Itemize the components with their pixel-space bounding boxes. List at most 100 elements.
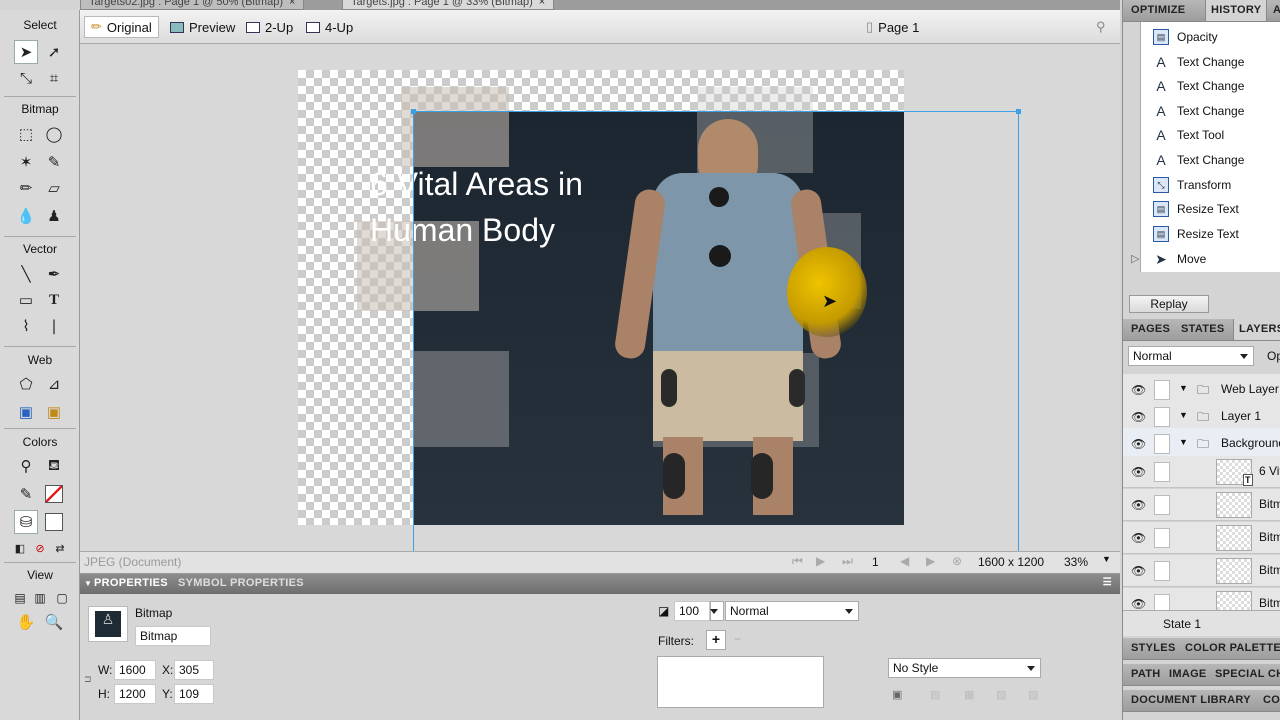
magic-wand-tool-icon[interactable]: ✶ <box>14 150 38 174</box>
tab-special-characters[interactable]: SPECIAL CHA <box>1215 668 1280 680</box>
knife-tool-icon[interactable]: ∣ <box>42 314 66 338</box>
page-selector[interactable]: ▯ Page 1 <box>860 16 925 38</box>
eye-icon[interactable]: 👁 <box>1131 597 1146 610</box>
opacity-dropdown[interactable] <box>710 601 724 621</box>
history-item[interactable]: ⤡ Transform <box>1141 173 1280 197</box>
resize-handle[interactable] <box>1016 109 1021 114</box>
tab-layers[interactable]: LAYERS <box>1233 319 1280 340</box>
crop-tool-icon[interactable]: ⌗ <box>42 66 66 90</box>
freeform-tool-icon[interactable]: ⌇ <box>14 314 38 338</box>
redefine-style-icon[interactable]: ▤ <box>930 688 940 701</box>
four-up-view-button[interactable]: 4-Up <box>300 16 359 38</box>
selection-bounding-box[interactable] <box>411 109 1021 551</box>
document-tab[interactable]: Targets02.jpg : Page 1 @ 50% (Bitmap) × <box>80 0 305 10</box>
tab-states[interactable]: STATES <box>1181 323 1225 335</box>
history-item[interactable]: A Text Change <box>1141 74 1280 98</box>
marquee-tool-icon[interactable]: ⬚ <box>14 122 38 146</box>
layer-row[interactable]: 👁 T 6 Vit <box>1123 456 1280 488</box>
fill-color-icon[interactable]: ⛁ <box>14 510 38 534</box>
lock-toggle[interactable] <box>1154 407 1170 427</box>
line-tool-icon[interactable]: ╲ <box>14 262 38 286</box>
filters-list[interactable] <box>657 656 824 708</box>
eyedropper-tool-icon[interactable]: ⚲ <box>14 454 38 478</box>
two-up-view-button[interactable]: 2-Up <box>240 16 299 38</box>
lock-toggle[interactable] <box>1154 495 1170 515</box>
lasso-tool-icon[interactable]: ◯ <box>42 122 66 146</box>
layer-blend-select[interactable]: Normal <box>1128 346 1254 366</box>
canvas-area[interactable]: 6 Vital Areas in Human Body ➤ <box>80 45 1120 551</box>
fill-color-swatch[interactable] <box>42 510 66 534</box>
lock-toggle[interactable] <box>1154 462 1170 482</box>
remove-filter-button[interactable]: − <box>734 632 741 646</box>
lock-toggle[interactable] <box>1154 594 1170 610</box>
pencil-tool-icon[interactable]: ✏ <box>14 176 38 200</box>
tab-align[interactable]: AL <box>1273 4 1280 16</box>
blend-mode-select[interactable]: Normal <box>725 601 859 621</box>
collapse-icon[interactable]: ▼ <box>84 579 92 588</box>
full-screen-mode-icon[interactable]: ▢ <box>50 586 74 610</box>
expand-icon[interactable]: ▼ <box>1179 437 1188 447</box>
duplicate-style-icon[interactable]: ▧ <box>996 688 1006 701</box>
eye-icon[interactable]: 👁 <box>1131 410 1146 424</box>
tab-document-library[interactable]: DOCUMENT LIBRARY <box>1131 694 1251 706</box>
history-item[interactable]: ▤ Resize Text <box>1141 197 1280 221</box>
zoom-tool-icon[interactable]: 🔍 <box>42 610 66 634</box>
tab-color-palette[interactable]: COLOR PALETTE <box>1185 642 1280 654</box>
lock-toggle[interactable] <box>1154 528 1170 548</box>
history-item[interactable]: ➤ Move <box>1141 247 1280 271</box>
layer-row[interactable]: 👁 Bitm <box>1123 522 1280 554</box>
slice-tool-icon[interactable]: ⊿ <box>42 372 66 396</box>
add-filter-button[interactable]: + <box>706 630 726 650</box>
subselect-tool-icon[interactable]: ➚ <box>42 40 66 64</box>
layer-row[interactable]: 👁 Bitm <box>1123 588 1280 610</box>
eye-icon[interactable]: 👁 <box>1131 383 1146 397</box>
history-item[interactable]: ▤ Opacity <box>1141 25 1280 49</box>
resize-handle[interactable] <box>411 109 416 114</box>
chevron-down-icon[interactable]: ▼ <box>1102 554 1111 564</box>
original-view-button[interactable]: ✏ Original <box>84 16 159 38</box>
constrain-proportions-icon[interactable]: ⊐ <box>84 674 92 685</box>
object-name-field[interactable]: Bitmap <box>135 626 211 646</box>
play-icon[interactable]: ▶ <box>816 554 825 568</box>
tab-properties[interactable]: PROPERTIES <box>94 577 168 589</box>
lock-toggle[interactable] <box>1154 380 1170 400</box>
close-icon[interactable]: × <box>539 0 545 8</box>
new-style-icon[interactable]: ▣ <box>892 688 902 701</box>
height-field[interactable]: 1200 <box>114 684 156 704</box>
eye-icon[interactable]: 👁 <box>1131 465 1146 479</box>
close-icon[interactable]: × <box>289 0 295 8</box>
eye-icon[interactable]: 👁 <box>1131 531 1146 545</box>
hotspot-tool-icon[interactable]: ⬠ <box>14 372 38 396</box>
width-field[interactable]: 1600 <box>114 660 156 680</box>
history-item[interactable]: A Text Change <box>1141 50 1280 74</box>
tab-styles[interactable]: STYLES <box>1131 642 1176 654</box>
break-link-icon[interactable]: ▦ <box>964 688 974 701</box>
delete-style-icon[interactable]: ▨ <box>1028 688 1038 701</box>
last-frame-icon[interactable]: ⏭ <box>842 554 853 569</box>
history-slider-track[interactable] <box>1127 22 1141 272</box>
style-select[interactable]: No Style <box>888 658 1041 678</box>
state-select[interactable]: State 1 <box>1163 617 1201 631</box>
text-tool-icon[interactable]: T <box>42 288 66 312</box>
tab-path[interactable]: PATH <box>1131 668 1161 680</box>
lock-toggle[interactable] <box>1154 561 1170 581</box>
layer-row[interactable]: 👁 Bitm <box>1123 555 1280 587</box>
brush-tool-icon[interactable]: ✎ <box>42 150 66 174</box>
zoom-level[interactable]: 33% <box>1064 555 1088 569</box>
next-frame-icon[interactable]: ▶ <box>926 554 935 568</box>
history-item[interactable]: A Text Change <box>1141 99 1280 123</box>
expand-icon[interactable]: ▼ <box>1179 383 1188 393</box>
history-slider-icon[interactable]: ▷ <box>1131 252 1139 265</box>
stop-icon[interactable]: ⊗ <box>952 554 962 568</box>
rectangle-tool-icon[interactable]: ▭ <box>14 288 38 312</box>
paint-bucket-tool-icon[interactable]: ⛾ <box>42 454 66 478</box>
panel-options-icon[interactable]: ⚲ <box>1090 16 1112 38</box>
document-size[interactable]: 1600 x 1200 <box>978 555 1044 569</box>
blur-tool-icon[interactable]: 💧 <box>14 204 38 228</box>
lock-toggle[interactable] <box>1154 434 1170 454</box>
expand-icon[interactable]: ▼ <box>1179 410 1188 420</box>
preview-view-button[interactable]: Preview <box>164 16 241 38</box>
panel-menu-icon[interactable]: ☰ <box>1103 577 1112 588</box>
eraser-tool-icon[interactable]: ▱ <box>42 176 66 200</box>
eye-icon[interactable]: 👁 <box>1131 564 1146 578</box>
